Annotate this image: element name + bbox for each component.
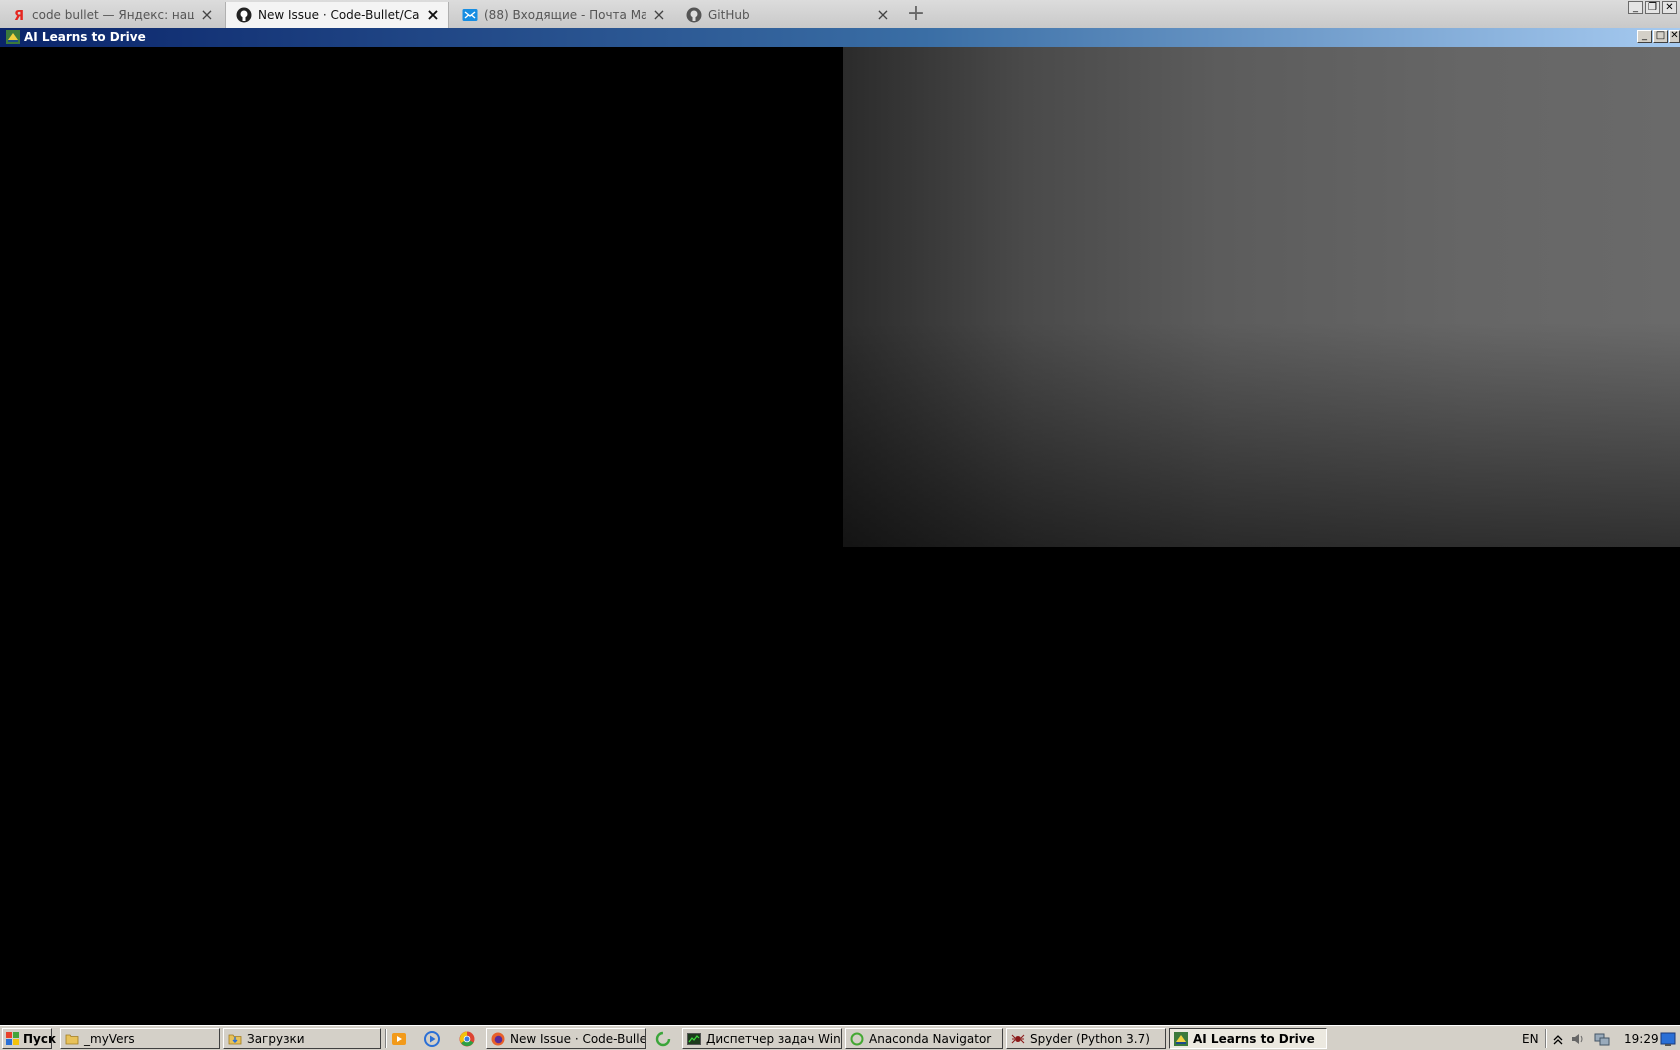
show-desktop-icon[interactable] <box>1660 1031 1676 1047</box>
taskbar-button-downloads[interactable]: Загрузки <box>223 1028 381 1049</box>
window-maximize-button[interactable]: □ <box>1653 30 1668 43</box>
new-tab-button[interactable]: + <box>906 3 926 25</box>
network-icon[interactable] <box>1594 1031 1610 1047</box>
taskbar-button-label: Anaconda Navigator <box>869 1031 992 1046</box>
media-player-icon[interactable] <box>391 1031 407 1047</box>
tab-yandex-search[interactable]: Я code bullet — Яндекс: нашлось × <box>0 2 222 28</box>
taskbar-button-label: _myVers <box>84 1031 135 1046</box>
tray-separator <box>1545 1029 1547 1048</box>
taskbar-button-myvers[interactable]: _myVers <box>60 1028 220 1049</box>
tab-new-issue[interactable]: New Issue · Code-Bullet/Car-QLea × <box>225 2 449 28</box>
taskbar-button-label: Загрузки <box>247 1031 305 1046</box>
windows-logo-icon <box>6 1031 20 1046</box>
loading-spinner-icon[interactable] <box>655 1031 671 1047</box>
taskbar-button-ai-learns-to-drive[interactable]: AI Learns to Drive <box>1169 1028 1327 1049</box>
browser-close-button[interactable]: ✕ <box>1662 1 1677 14</box>
tab-label: (88) Входящие - Почта Mail.ru <box>484 8 646 22</box>
yandex-icon: Я <box>10 7 26 23</box>
browser-minimize-button[interactable]: _ <box>1628 1 1643 14</box>
close-icon[interactable]: × <box>876 7 890 23</box>
github-icon <box>686 7 702 23</box>
video-player-icon[interactable] <box>424 1031 440 1047</box>
taskbar-button-task-manager[interactable]: Диспетчер задач Wind... <box>682 1028 842 1049</box>
task-manager-icon <box>687 1032 701 1046</box>
tab-label: New Issue · Code-Bullet/Car-QLea <box>258 8 420 22</box>
taskbar-button-label: AI Learns to Drive <box>1193 1031 1315 1046</box>
taskbar-button-spyder[interactable]: Spyder (Python 3.7) <box>1006 1028 1166 1049</box>
pygame-icon <box>1174 1031 1188 1046</box>
taskbar-separator <box>385 1029 387 1048</box>
window-titlebar[interactable]: AI Learns to Drive _ □ ✕ <box>0 28 1680 47</box>
chevron-up-icon[interactable] <box>1550 1031 1566 1047</box>
window-close-button[interactable]: ✕ <box>1669 30 1680 43</box>
folder-icon <box>65 1032 79 1046</box>
anaconda-icon <box>850 1032 864 1046</box>
close-icon[interactable]: × <box>200 7 214 23</box>
clock[interactable]: 19:29 <box>1624 1032 1659 1046</box>
tab-github[interactable]: GitHub × <box>676 2 898 28</box>
taskbar-button-label: Spyder (Python 3.7) <box>1030 1031 1150 1046</box>
taskbar-button-label: New Issue · Code-Bullet/... <box>510 1031 645 1046</box>
browser-restore-button[interactable]: ❐ <box>1645 1 1660 14</box>
start-button[interactable]: Пуск <box>2 1028 56 1049</box>
mail-icon <box>462 7 478 23</box>
close-icon[interactable]: × <box>652 7 666 23</box>
downloads-folder-icon <box>228 1032 242 1046</box>
browser-tab-strip: Я code bullet — Яндекс: нашлось × New Is… <box>0 0 1680 29</box>
github-icon <box>236 7 252 23</box>
game-window: AI Learns to Drive _ □ ✕ <box>0 28 1680 1028</box>
pygame-icon <box>6 30 20 44</box>
language-indicator[interactable]: EN <box>1522 1032 1539 1046</box>
firefox-icon <box>491 1032 505 1046</box>
close-icon[interactable]: × <box>426 7 440 23</box>
spyder-icon <box>1011 1032 1025 1046</box>
svg-text:Я: Я <box>14 9 24 22</box>
speaker-icon[interactable] <box>1570 1031 1586 1047</box>
tab-label: GitHub <box>708 8 750 22</box>
start-label: Пуск <box>23 1031 57 1046</box>
tab-label: code bullet — Яндекс: нашлось <box>32 8 194 22</box>
taskbar: Пуск _myVers Загрузки New Issue · Code-B… <box>0 1025 1680 1050</box>
taskbar-button-label: Диспетчер задач Wind... <box>706 1031 841 1046</box>
window-title: AI Learns to Drive <box>24 30 146 44</box>
chrome-icon[interactable] <box>459 1031 475 1047</box>
game-background-gradient <box>843 47 1680 547</box>
taskbar-button-anaconda[interactable]: Anaconda Navigator <box>845 1028 1003 1049</box>
window-minimize-button[interactable]: _ <box>1637 30 1652 43</box>
tab-mail-inbox[interactable]: (88) Входящие - Почта Mail.ru × <box>452 2 674 28</box>
taskbar-button-firefox[interactable]: New Issue · Code-Bullet/... <box>486 1028 646 1049</box>
